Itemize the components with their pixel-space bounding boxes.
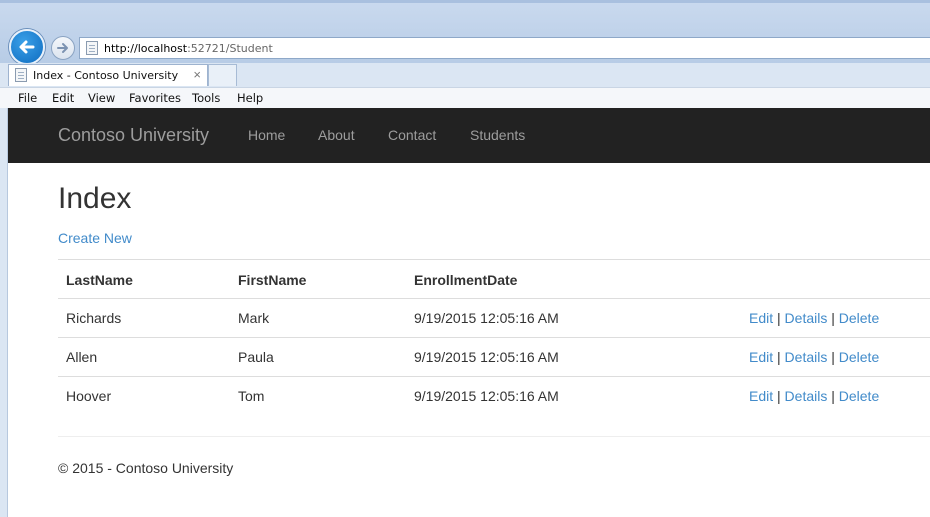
cell-enrollmentdate: 9/19/2015 12:05:16 AM	[414, 388, 559, 404]
forward-button[interactable]	[51, 36, 75, 60]
tab-title: Index - Contoso University	[33, 69, 179, 82]
students-table: LastName FirstName EnrollmentDate Richar…	[58, 259, 930, 415]
delete-link[interactable]: Delete	[839, 388, 879, 404]
action-separator: |	[831, 349, 835, 365]
nav-contact[interactable]: Contact	[388, 127, 436, 143]
menu-bar: File Edit View Favorites Tools Help	[0, 87, 930, 108]
menu-tools[interactable]: Tools	[192, 91, 220, 105]
table-row: Hoover Tom 9/19/2015 12:05:16 AM Edit | …	[58, 376, 930, 415]
footer-copyright: © 2015 - Contoso University	[58, 460, 234, 476]
action-separator: |	[777, 349, 781, 365]
edit-link[interactable]: Edit	[749, 310, 773, 326]
window-left-border	[0, 108, 8, 517]
menu-file[interactable]: File	[18, 91, 37, 105]
create-new-link[interactable]: Create New	[58, 230, 132, 246]
delete-link[interactable]: Delete	[839, 310, 879, 326]
header-lastname: LastName	[66, 272, 133, 288]
details-link[interactable]: Details	[785, 388, 828, 404]
cell-lastname: Hoover	[66, 388, 112, 404]
tab-bar: Index - Contoso University ×	[0, 63, 930, 87]
site-brand[interactable]: Contoso University	[58, 125, 209, 146]
nav-students[interactable]: Students	[470, 127, 525, 143]
header-enrollmentdate: EnrollmentDate	[414, 272, 518, 288]
menu-view[interactable]: View	[88, 91, 115, 105]
cell-lastname: Richards	[66, 310, 122, 326]
edit-link[interactable]: Edit	[749, 388, 773, 404]
menu-help[interactable]: Help	[237, 91, 263, 105]
table-header-row: LastName FirstName EnrollmentDate	[58, 259, 930, 298]
address-bar[interactable]: http://localhost:52721/Student	[79, 37, 930, 59]
cell-firstname: Paula	[238, 349, 274, 365]
new-tab-button[interactable]	[208, 64, 237, 86]
nav-home[interactable]: Home	[248, 127, 285, 143]
details-link[interactable]: Details	[785, 349, 828, 365]
back-arrow-icon	[19, 40, 35, 54]
cell-firstname: Tom	[238, 388, 265, 404]
url-text: http://localhost:52721/Student	[104, 42, 273, 55]
action-separator: |	[777, 310, 781, 326]
edit-link[interactable]: Edit	[749, 349, 773, 365]
page-icon	[86, 41, 98, 55]
page-title: Index	[58, 182, 132, 215]
cell-lastname: Allen	[66, 349, 98, 365]
back-button[interactable]	[9, 29, 45, 65]
menu-edit[interactable]: Edit	[52, 91, 74, 105]
cell-firstname: Mark	[238, 310, 270, 326]
delete-link[interactable]: Delete	[839, 349, 879, 365]
row-actions: Edit | Details | Delete	[749, 349, 879, 365]
tab-index[interactable]: Index - Contoso University ×	[8, 64, 208, 86]
close-tab-icon[interactable]: ×	[193, 67, 201, 82]
action-separator: |	[831, 310, 835, 326]
details-link[interactable]: Details	[785, 310, 828, 326]
nav-about[interactable]: About	[318, 127, 355, 143]
cell-enrollmentdate: 9/19/2015 12:05:16 AM	[414, 310, 559, 326]
row-actions: Edit | Details | Delete	[749, 388, 879, 404]
menu-favorites[interactable]: Favorites	[129, 91, 181, 105]
action-separator: |	[831, 388, 835, 404]
footer-divider	[58, 436, 930, 437]
cell-enrollmentdate: 9/19/2015 12:05:16 AM	[414, 349, 559, 365]
site-navbar: Contoso University Home About Contact St…	[8, 108, 930, 163]
page-icon	[15, 68, 27, 82]
table-row: Richards Mark 9/19/2015 12:05:16 AM Edit…	[58, 298, 930, 337]
browser-chrome: http://localhost:52721/Student Index - C…	[0, 0, 930, 108]
row-actions: Edit | Details | Delete	[749, 310, 879, 326]
forward-arrow-icon	[57, 43, 68, 53]
header-firstname: FirstName	[238, 272, 307, 288]
table-row: Allen Paula 9/19/2015 12:05:16 AM Edit |…	[58, 337, 930, 376]
action-separator: |	[777, 388, 781, 404]
